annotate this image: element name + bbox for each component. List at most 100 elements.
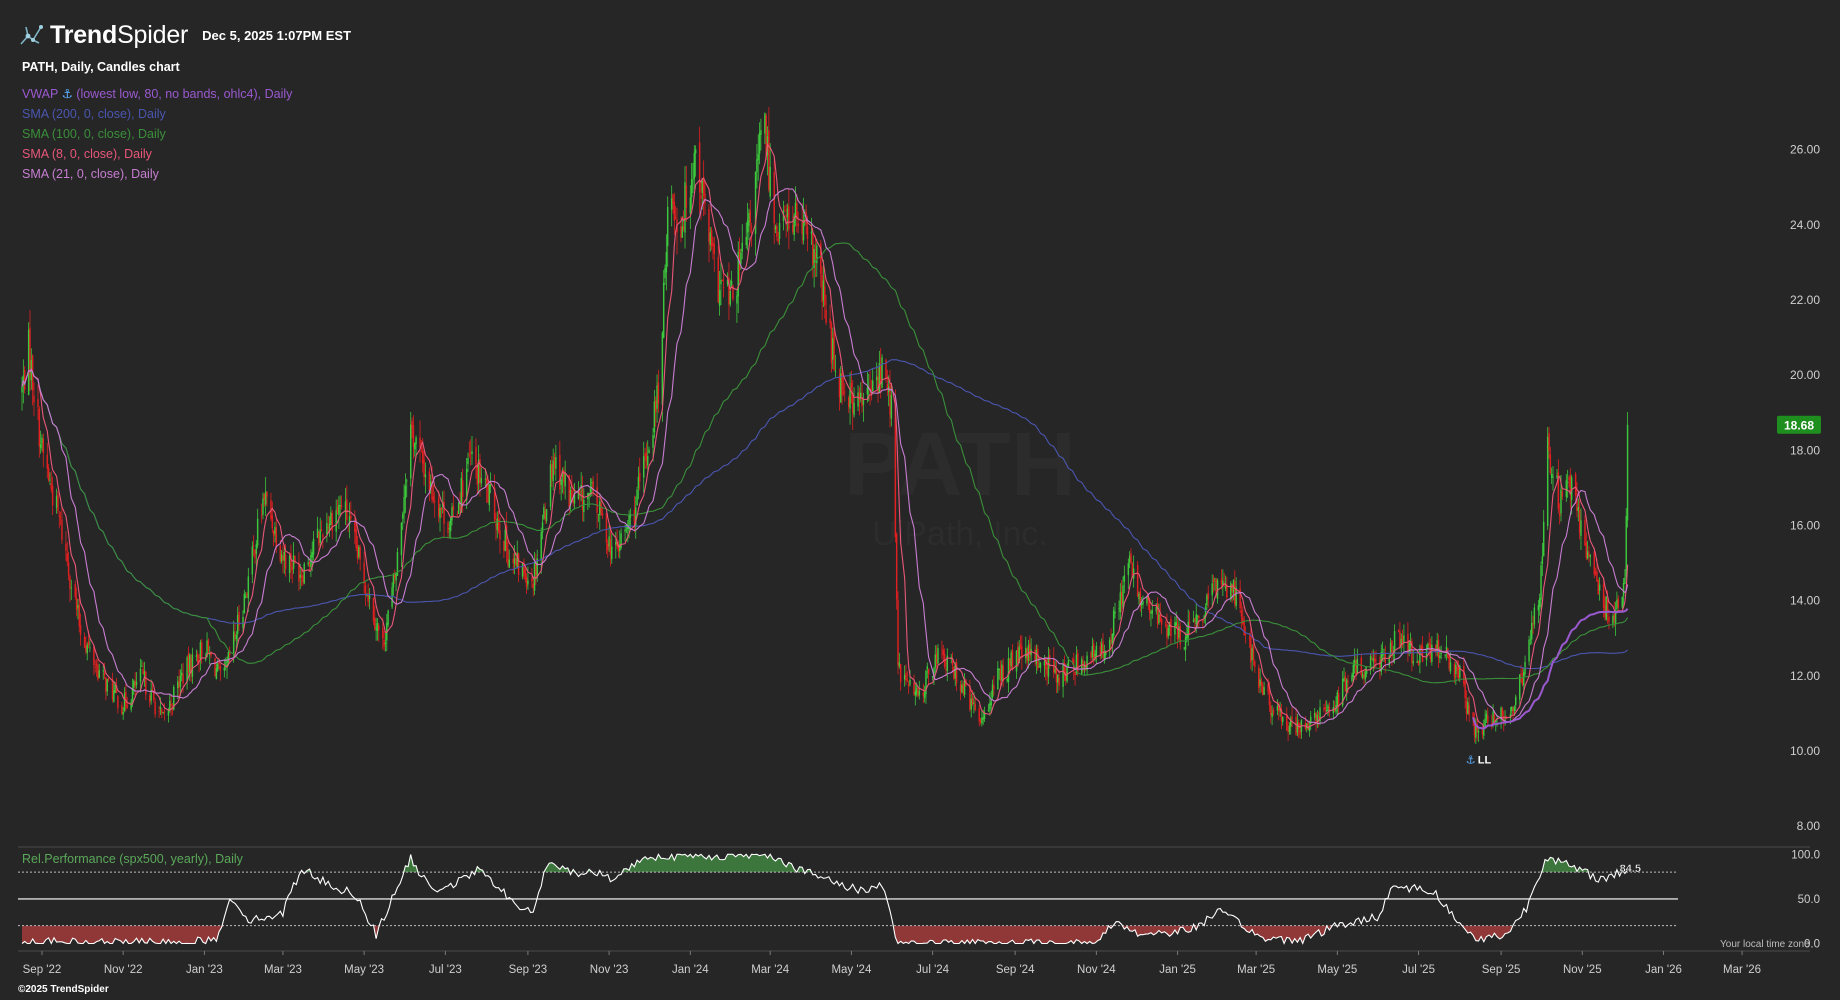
rel-performance-label[interactable]: Rel.Performance (spx500, yearly), Daily: [22, 852, 243, 866]
candle-body: [822, 280, 825, 301]
candle-body: [991, 684, 994, 698]
x-tick-label: Nov '23: [590, 964, 629, 976]
candle-body: [768, 130, 770, 190]
candle-body: [326, 522, 328, 535]
candle-body: [1477, 730, 1480, 733]
candle-body: [355, 529, 357, 549]
candle-body: [897, 599, 899, 666]
candle-body: [914, 691, 917, 696]
candle-body: [1485, 713, 1488, 720]
candle-body: [1077, 653, 1079, 673]
candle-body: [1035, 650, 1038, 664]
candle-body: [729, 291, 731, 305]
candle-body: [421, 450, 424, 464]
x-tick-label: May '24: [831, 964, 872, 976]
candle-body: [1183, 647, 1185, 649]
legend-item[interactable]: VWAP ⚓ (lowest low, 80, no bands, ohlc4)…: [22, 84, 292, 104]
legend-item[interactable]: SMA (21, 0, close), Daily: [22, 164, 292, 184]
candle-body: [1074, 671, 1076, 676]
candle-body: [121, 705, 123, 714]
candle-body: [495, 524, 497, 527]
candle-body: [633, 509, 636, 524]
candle-body: [1252, 646, 1255, 660]
candle-body: [182, 674, 184, 683]
candle-body: [829, 318, 831, 324]
candle-body: [1558, 513, 1561, 516]
candle-body: [1336, 692, 1339, 708]
legend-item[interactable]: SMA (100, 0, close), Daily: [22, 124, 292, 144]
candle-body: [95, 664, 98, 666]
candle-body: [98, 670, 100, 678]
local-time-note[interactable]: Your local time zone: [1720, 939, 1810, 950]
candle-body: [284, 554, 287, 569]
y-tick-label: 14.00: [1790, 594, 1820, 608]
candle-body: [722, 286, 725, 288]
candle-body: [266, 492, 268, 497]
candle-body: [236, 614, 239, 635]
candle-body: [1259, 679, 1261, 686]
candle-body: [167, 709, 170, 716]
candle-body: [1242, 617, 1244, 624]
candle-body: [645, 452, 648, 461]
candle-body: [1391, 640, 1393, 655]
candle-body: [1296, 722, 1299, 733]
candle-body: [784, 210, 786, 212]
candle-body: [1120, 591, 1123, 605]
candle-body: [378, 625, 380, 631]
candle-body: [923, 691, 926, 698]
legend-item[interactable]: SMA (8, 0, close), Daily: [22, 144, 292, 164]
candle-body: [338, 504, 340, 515]
candle-body: [1542, 521, 1545, 557]
candle-body: [769, 166, 771, 197]
candle-body: [527, 580, 529, 585]
legend-item[interactable]: SMA (200, 0, close), Daily: [22, 104, 292, 124]
candle-body: [216, 663, 219, 671]
brand-part1: Trend: [50, 20, 118, 49]
candle-body: [1356, 659, 1359, 674]
candle-body: [452, 505, 455, 511]
candle-body: [597, 514, 600, 516]
candle-body: [74, 583, 76, 597]
candle-body: [666, 206, 669, 247]
candle-body: [1425, 648, 1428, 661]
candle-body: [544, 510, 546, 520]
candle-body: [657, 382, 660, 404]
candle-body: [834, 371, 837, 372]
candle-body: [21, 386, 23, 393]
candle-body: [1258, 667, 1260, 689]
x-tick-label: Jan '26: [1645, 964, 1682, 976]
candle-body: [1170, 618, 1172, 637]
candle-body: [382, 627, 384, 639]
x-tick-label: Mar '25: [1237, 964, 1275, 976]
candle-body: [1090, 652, 1092, 659]
candle-body: [1586, 551, 1589, 559]
candle-body: [467, 458, 469, 465]
candle-body: [1624, 577, 1626, 584]
candle-body: [877, 376, 879, 394]
candle-body: [1164, 624, 1167, 626]
candle-body: [411, 421, 413, 428]
candle-body: [1248, 637, 1251, 639]
y-tick-label: 24.00: [1790, 218, 1820, 232]
candle-body: [1428, 643, 1430, 646]
candle-body: [1122, 585, 1124, 608]
candle-body: [665, 252, 668, 273]
candle-body: [46, 454, 49, 469]
candle-body: [37, 399, 39, 408]
candle-body: [937, 647, 939, 664]
legend-item-label: SMA (21, 0, close), Daily: [22, 167, 159, 181]
candle-body: [179, 675, 182, 687]
candle-body: [1416, 661, 1418, 663]
candle-body: [1138, 593, 1140, 600]
candle-body: [468, 454, 471, 456]
candle-body: [1561, 491, 1564, 497]
candle-body: [1062, 664, 1064, 687]
candle-body: [415, 437, 417, 445]
candle-body: [656, 385, 658, 409]
candles: [21, 107, 1629, 745]
candle-body: [1467, 702, 1469, 714]
candle-body: [1282, 717, 1284, 722]
anchor-icon: ⚓: [58, 87, 73, 101]
candle-body: [1034, 649, 1036, 662]
candle-body: [356, 545, 359, 559]
